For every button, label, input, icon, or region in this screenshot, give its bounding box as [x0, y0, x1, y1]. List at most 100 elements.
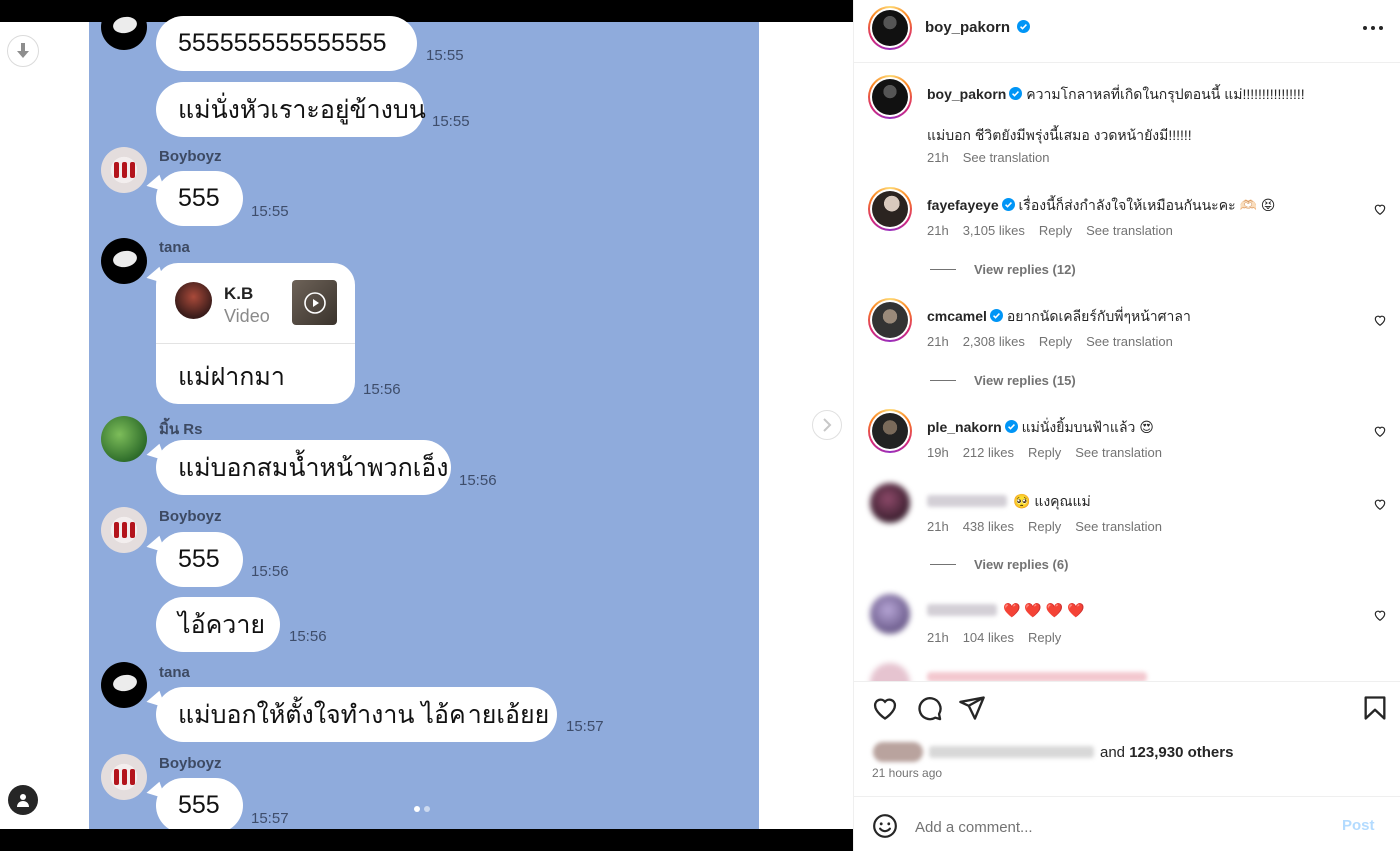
comment-text-line: fayefayeye เรื่องนี้ก็ส่งกำลังใจให้เหมือ… — [927, 195, 1275, 217]
card-title: K.B — [224, 284, 254, 303]
post-timestamp: 21 hours ago — [872, 766, 943, 780]
carousel-dot[interactable] — [424, 806, 430, 812]
caption-username[interactable]: boy_pakorn — [927, 86, 1006, 102]
comment-meta: 21h 104 likes Reply — [927, 630, 1075, 645]
comment-username[interactable]: ple_nakorn — [927, 419, 1002, 435]
verified-badge-icon — [1009, 87, 1023, 100]
reply-button[interactable]: Reply — [1039, 223, 1072, 238]
comment-likes[interactable]: 2,308 likes — [963, 334, 1025, 349]
comment-meta: 21h 3,105 likes Reply See translation — [927, 223, 1187, 238]
caption-text-line2: แม่บอก ชีวิตยังมีพรุ่งนี้เสมอ งวดหน้ายัง… — [927, 127, 1192, 143]
chat-bubble: แม่บอกสมน้ำหน้าพวกเอ็ง — [156, 440, 451, 495]
add-comment-input[interactable] — [915, 816, 1315, 838]
see-translation-link[interactable]: See translation — [1075, 445, 1162, 460]
chat-avatar — [101, 4, 147, 50]
chat-avatar — [101, 754, 147, 800]
blurred-username[interactable] — [927, 604, 997, 616]
heart-icon[interactable] — [1373, 424, 1387, 438]
chat-sender: Boyboyz — [159, 148, 222, 165]
chat-time: 15:55 — [432, 113, 470, 130]
comment-time: 21h — [927, 519, 949, 534]
card-divider — [156, 343, 355, 344]
comment-avatar[interactable] — [868, 187, 912, 231]
comment-avatar-partial[interactable] — [870, 663, 910, 681]
chat-bubble: แม่นั่งหัวเราะอยู่ข้างบน — [156, 82, 426, 137]
emoji-icon[interactable] — [872, 813, 898, 839]
bookmark-icon[interactable] — [1361, 694, 1389, 722]
see-translation-link[interactable]: See translation — [1075, 519, 1162, 534]
view-replies-button[interactable]: View replies (15) — [930, 373, 1076, 388]
reply-button[interactable]: Reply — [1028, 630, 1061, 645]
author-username[interactable]: boy_pakorn — [925, 19, 1031, 36]
comment-text-line: cmcamel อยากนัดเคลียร์กับพี่ๆหน้าศาลา — [927, 306, 1191, 328]
comments-list: boy_pakorn ความโกลาหลที่เกิดในกรุปตอนนี้… — [854, 63, 1400, 681]
heart-icon[interactable] — [1373, 313, 1387, 327]
comment-icon[interactable] — [915, 694, 943, 722]
download-icon[interactable] — [7, 35, 39, 67]
comment-avatar[interactable] — [870, 483, 910, 523]
caption-avatar[interactable] — [868, 75, 912, 119]
see-translation-link[interactable]: See translation — [1086, 334, 1173, 349]
comment-likes[interactable]: 438 likes — [963, 519, 1014, 534]
view-replies-button[interactable]: View replies (12) — [930, 262, 1076, 277]
like-heart-icon[interactable] — [871, 694, 899, 722]
liked-by-count[interactable]: 123,930 others — [1129, 744, 1233, 761]
chat-avatar — [101, 147, 147, 193]
reply-button[interactable]: Reply — [1039, 334, 1072, 349]
reply-button[interactable]: Reply — [1028, 519, 1061, 534]
comment-username[interactable]: fayefayeye — [927, 197, 999, 213]
post-panel: boy_pakorn boy_pakorn ความโกลาหลที่เกิดใ… — [853, 0, 1400, 851]
comment-likes[interactable]: 3,105 likes — [963, 223, 1025, 238]
liked-by-summary[interactable]: and 123,930 others — [873, 742, 1233, 762]
verified-badge-icon — [989, 309, 1003, 322]
see-translation-link[interactable]: See translation — [963, 150, 1050, 165]
chat-sender: tana — [159, 239, 190, 256]
comment-likes[interactable]: 104 likes — [963, 630, 1014, 645]
chat-time: 15:55 — [251, 203, 289, 220]
heart-icon[interactable] — [1373, 608, 1387, 622]
chat-avatar — [101, 238, 147, 284]
carousel-dot-active[interactable] — [414, 806, 420, 812]
add-comment-divider — [854, 796, 1400, 797]
comment-avatar[interactable] — [870, 594, 910, 634]
comment-text: อยากนัดเคลียร์กับพี่ๆหน้าศาลา — [1006, 308, 1191, 324]
shared-video-card: K.B Video แม่ฝากมา — [156, 263, 355, 404]
chat-avatar — [101, 416, 147, 462]
heart-icon[interactable] — [1373, 202, 1387, 216]
see-translation-link[interactable]: See translation — [1086, 223, 1173, 238]
chat-sender: มิ้น Rs — [159, 421, 203, 438]
chat-time: 15:56 — [363, 381, 401, 398]
post-comment-button[interactable]: Post — [1342, 817, 1375, 834]
author-username-text[interactable]: boy_pakorn — [925, 19, 1010, 36]
comment-avatar[interactable] — [868, 409, 912, 453]
comment-avatar[interactable] — [868, 298, 912, 342]
chat-text-part: ายเอ้ยย — [467, 700, 550, 729]
caption-line: boy_pakorn ความโกลาหลที่เกิดในกรุปตอนนี้… — [927, 84, 1305, 106]
instagram-post-view: 555555555555555 15:55 แม่นั่งหัวเราะอยู่… — [0, 0, 1400, 851]
author-avatar[interactable] — [868, 6, 912, 50]
actions-divider — [854, 681, 1400, 682]
tagged-user-icon[interactable] — [8, 785, 38, 815]
heart-icon[interactable] — [1373, 497, 1387, 511]
comment-likes[interactable]: 212 likes — [963, 445, 1014, 460]
comment-meta: 21h 2,308 likes Reply See translation — [927, 334, 1187, 349]
chevron-right-icon[interactable] — [812, 410, 842, 440]
comment-text-line: ❤️ ❤️ ❤️ ❤️ — [927, 602, 1084, 619]
share-icon[interactable] — [958, 694, 986, 722]
view-replies-button[interactable]: View replies (6) — [930, 557, 1068, 572]
reply-button[interactable]: Reply — [1028, 445, 1061, 460]
chat-time: 15:56 — [459, 472, 497, 489]
comment-text-line: 🥺 แงคุณแม่ — [927, 491, 1091, 513]
comment-text: แม่นั่งยิ้มบนฟ้าแล้ว 😍 — [1021, 419, 1154, 435]
comment-time: 19h — [927, 445, 949, 460]
comment-meta: 19h 212 likes Reply See translation — [927, 445, 1176, 460]
comment-text: เรื่องนี้ก็ส่งกำลังใจให้เหมือนกันนะคะ 🫶🏻… — [1018, 197, 1276, 213]
chat-sender: Boyboyz — [159, 755, 222, 772]
chat-time: 15:55 — [426, 47, 464, 64]
comment-username[interactable]: cmcamel — [927, 308, 987, 324]
chat-sender: tana — [159, 664, 190, 681]
liked-by-and: and — [1100, 744, 1126, 761]
more-options-icon[interactable] — [1359, 18, 1387, 38]
blurred-username[interactable] — [927, 495, 1007, 507]
comment-text: 🥺 แงคุณแม่ — [1013, 493, 1091, 509]
